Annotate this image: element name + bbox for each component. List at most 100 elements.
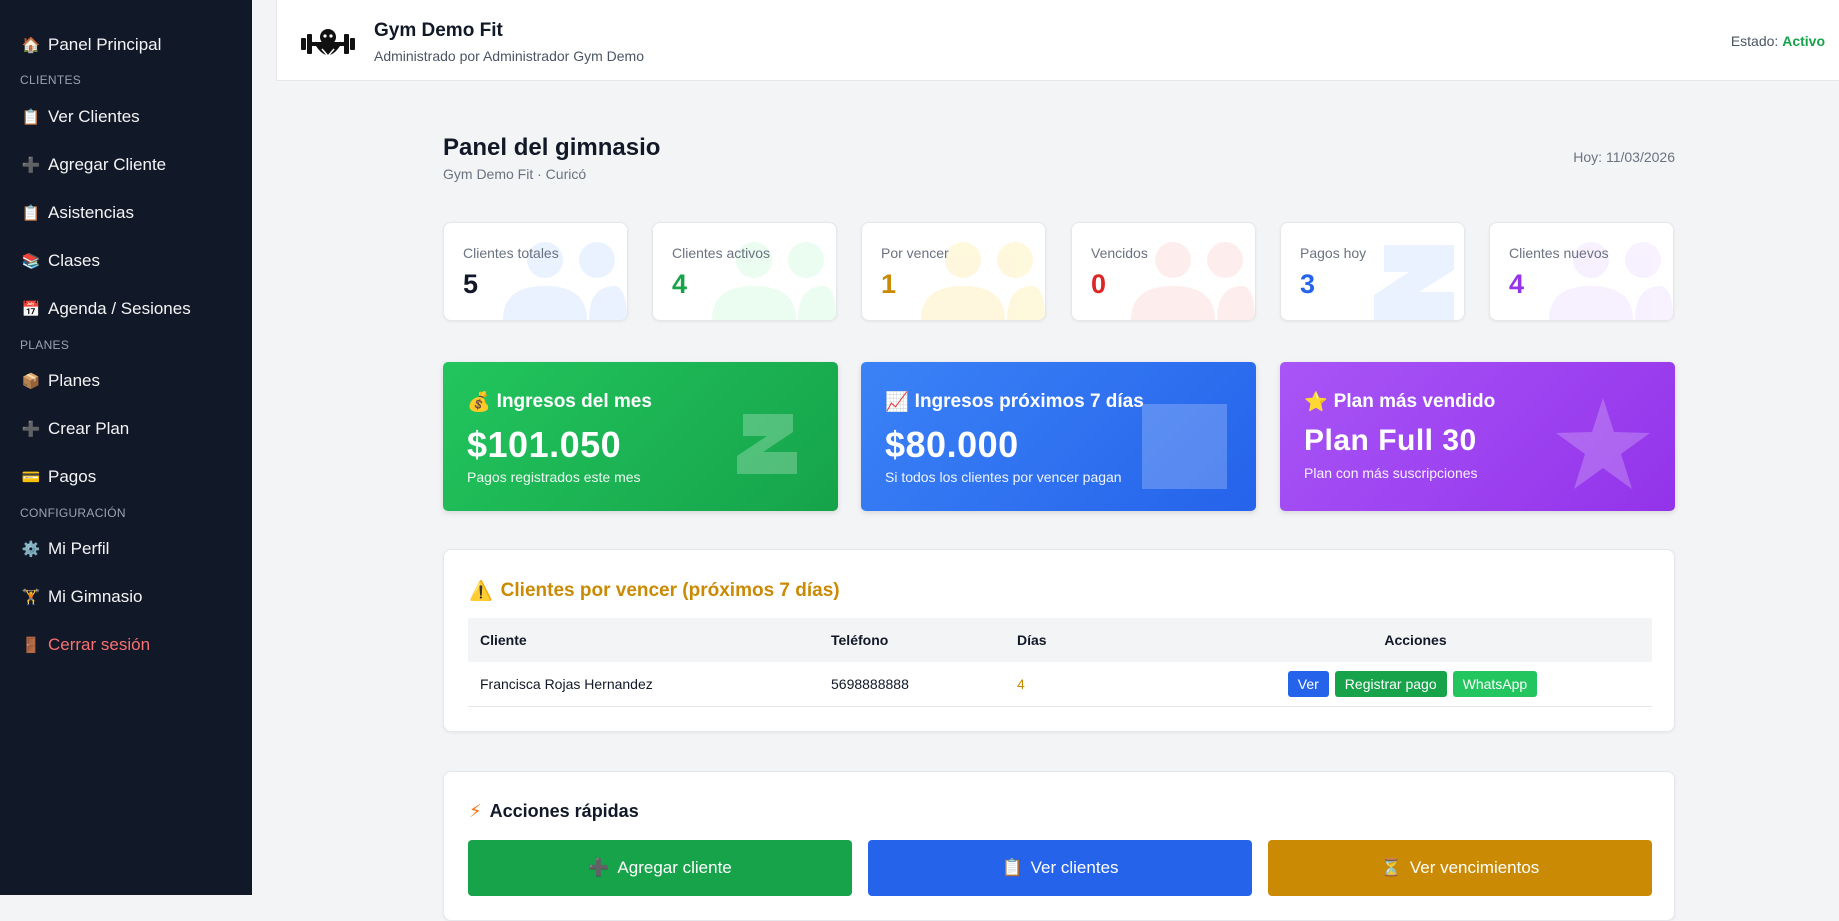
table-header-row: Cliente Teléfono Días Acciones	[468, 618, 1652, 662]
star-icon: ⭐	[1304, 392, 1328, 413]
section-configuracion: CONFIGURACIÓN	[20, 506, 126, 520]
cell-telefono: 5698888888	[819, 662, 1005, 707]
highlight-title: 📈 Ingresos próximos 7 días	[885, 390, 1144, 414]
status-label: Estado:	[1730, 33, 1779, 49]
card-title-text: Acciones rápidas	[489, 801, 639, 821]
highlight-title: 💰 Ingresos del mes	[467, 390, 652, 414]
sidebar-item-crear-plan[interactable]: ➕ Crear Plan	[21, 419, 130, 439]
ver-clientes-button[interactable]: 📋 Ver clientes	[868, 840, 1252, 896]
star-icon	[1556, 398, 1650, 489]
users-icon	[1549, 242, 1673, 320]
card-title: ⚠️ Clientes por vencer (próximos 7 días)	[469, 579, 840, 603]
stat-card-vencidos: Vencidos 0	[1071, 222, 1256, 321]
stat-value: 4	[1509, 269, 1525, 299]
highlight-ingresos-mes: 💰 Ingresos del mes $101.050 Pagos regist…	[443, 362, 838, 511]
books-icon: 📚	[21, 253, 41, 270]
hourglass-icon: ⏳	[1380, 858, 1402, 877]
house-icon: 🏠	[21, 37, 41, 54]
package-icon: 📦	[21, 373, 41, 390]
sidebar-item-label: Crear Plan	[48, 419, 130, 438]
chart-up-icon: 📈	[885, 392, 909, 413]
sidebar-item-agenda[interactable]: 📅 Agenda / Sesiones	[22, 299, 191, 319]
plus-icon: ➕	[588, 858, 610, 877]
users-icon	[503, 242, 627, 320]
sidebar-item-asistencias[interactable]: 📋 Asistencias	[22, 203, 134, 223]
button-label: Agregar cliente	[617, 858, 732, 877]
registrar-pago-button[interactable]: Registrar pago	[1334, 671, 1447, 697]
cell-cliente: Francisca Rojas Hernandez	[468, 662, 819, 707]
weightlifter-icon: 🏋	[21, 589, 41, 606]
stat-card-clientes-nuevos: Clientes nuevos 4	[1489, 222, 1674, 321]
stat-label: Clientes activos	[672, 245, 771, 261]
highlight-title-text: Plan más vendido	[1333, 391, 1496, 412]
sidebar-item-label: Asistencias	[48, 203, 134, 222]
button-label: Ver vencimientos	[1409, 858, 1540, 877]
calendar-icon: 📅	[21, 301, 41, 318]
warning-icon: ⚠️	[469, 581, 493, 602]
users-icon	[712, 242, 836, 320]
column-header: Teléfono	[819, 618, 1005, 662]
sidebar-item-planes[interactable]: 📦 Planes	[22, 371, 100, 391]
clipboard-icon: 📋	[21, 205, 41, 222]
button-label: Ver clientes	[1030, 858, 1119, 877]
section-clientes: CLIENTES	[20, 73, 82, 87]
expiring-clients-table: Cliente Teléfono Días Acciones Francisca…	[468, 618, 1652, 707]
plus-icon: ➕	[21, 421, 41, 438]
sidebar-item-label: Cerrar sesión	[48, 635, 151, 654]
gym-logo-icon	[301, 29, 355, 58]
stat-label: Clientes totales	[463, 245, 559, 261]
cell-dias: 4	[1005, 662, 1179, 707]
gear-icon: ⚙️	[21, 541, 41, 558]
card-title-text: Clientes por vencer (próximos 7 días)	[500, 580, 840, 601]
column-header: Días	[1005, 618, 1179, 662]
highlight-subtitle: Plan con más suscripciones	[1304, 465, 1478, 481]
sidebar-item-ver-clientes[interactable]: 📋 Ver Clientes	[22, 107, 140, 127]
sidebar-item-clases[interactable]: 📚 Clases	[22, 251, 100, 271]
status-badge: Activo	[1782, 33, 1825, 49]
stat-value: 5	[463, 269, 479, 299]
plus-icon: ➕	[21, 157, 41, 174]
sidebar-item-pagos[interactable]: 💳 Pagos	[22, 467, 97, 487]
stat-value: 3	[1300, 269, 1316, 299]
sidebar-item-mi-perfil[interactable]: ⚙️ Mi Perfil	[21, 539, 110, 559]
sidebar-item-cerrar-sesion[interactable]: 🚪 Cerrar sesión	[22, 635, 150, 655]
stat-card-clientes-totales: Clientes totales 5	[443, 222, 628, 321]
money-bag-icon: 💰	[467, 392, 491, 413]
highlight-title-text: Ingresos del mes	[496, 391, 652, 412]
quick-actions-card: ⚡ Acciones rápidas ➕ Agregar cliente 📋 V…	[443, 771, 1675, 921]
card-title: ⚡ Acciones rápidas	[469, 801, 639, 822]
agregar-cliente-button[interactable]: ➕ Agregar cliente	[468, 840, 852, 896]
cell-acciones: Ver Registrar pago WhatsApp	[1179, 662, 1652, 707]
stat-value: 4	[672, 269, 688, 299]
sidebar-item-label: Mi Perfil	[48, 539, 110, 558]
page-title: Panel del gimnasio	[443, 134, 661, 161]
sidebar-item-label: Ver Clientes	[48, 107, 140, 126]
highlight-title: ⭐ Plan más vendido	[1304, 390, 1495, 414]
stat-label: Por vencer	[881, 245, 949, 261]
highlight-subtitle: Pagos registrados este mes	[467, 469, 641, 485]
sidebar-item-label: Pagos	[48, 467, 97, 486]
sidebar-item-label: Planes	[48, 371, 100, 390]
table-row: Francisca Rojas Hernandez 5698888888 4 V…	[468, 662, 1652, 707]
clipboard-icon: 📋	[1001, 858, 1023, 877]
column-header: Acciones	[1179, 618, 1652, 662]
stat-card-por-vencer: Por vencer 1	[861, 222, 1046, 321]
gym-admin: Administrado por Administrador Gym Demo	[374, 48, 644, 64]
sidebar-item-agregar-cliente[interactable]: ➕ Agregar Cliente	[22, 155, 166, 175]
highlight-title-text: Ingresos próximos 7 días	[914, 391, 1144, 412]
whatsapp-button[interactable]: WhatsApp	[1452, 671, 1538, 697]
stat-label: Vencidos	[1091, 245, 1148, 261]
ver-button[interactable]: Ver	[1287, 671, 1329, 697]
payment-icon	[737, 414, 797, 474]
highlight-value: Plan Full 30	[1304, 424, 1477, 457]
ver-vencimientos-button[interactable]: ⏳ Ver vencimientos	[1268, 840, 1652, 896]
sidebar-item-label: Clases	[48, 251, 100, 270]
clipboard-icon: 📋	[21, 109, 41, 126]
lightning-icon: ⚡	[469, 801, 482, 821]
highlight-plan-mas-vendido: ⭐ Plan más vendido Plan Full 30 Plan con…	[1280, 362, 1675, 511]
status-indicator: Estado: Activo	[1731, 33, 1825, 49]
sidebar-item-panel-principal[interactable]: 🏠 Panel Principal	[21, 35, 162, 55]
sidebar-item-label: Agenda / Sesiones	[48, 299, 191, 318]
sidebar-item-mi-gimnasio[interactable]: 🏋 Mi Gimnasio	[21, 587, 143, 607]
expiring-clients-card: ⚠️ Clientes por vencer (próximos 7 días)…	[443, 549, 1675, 732]
